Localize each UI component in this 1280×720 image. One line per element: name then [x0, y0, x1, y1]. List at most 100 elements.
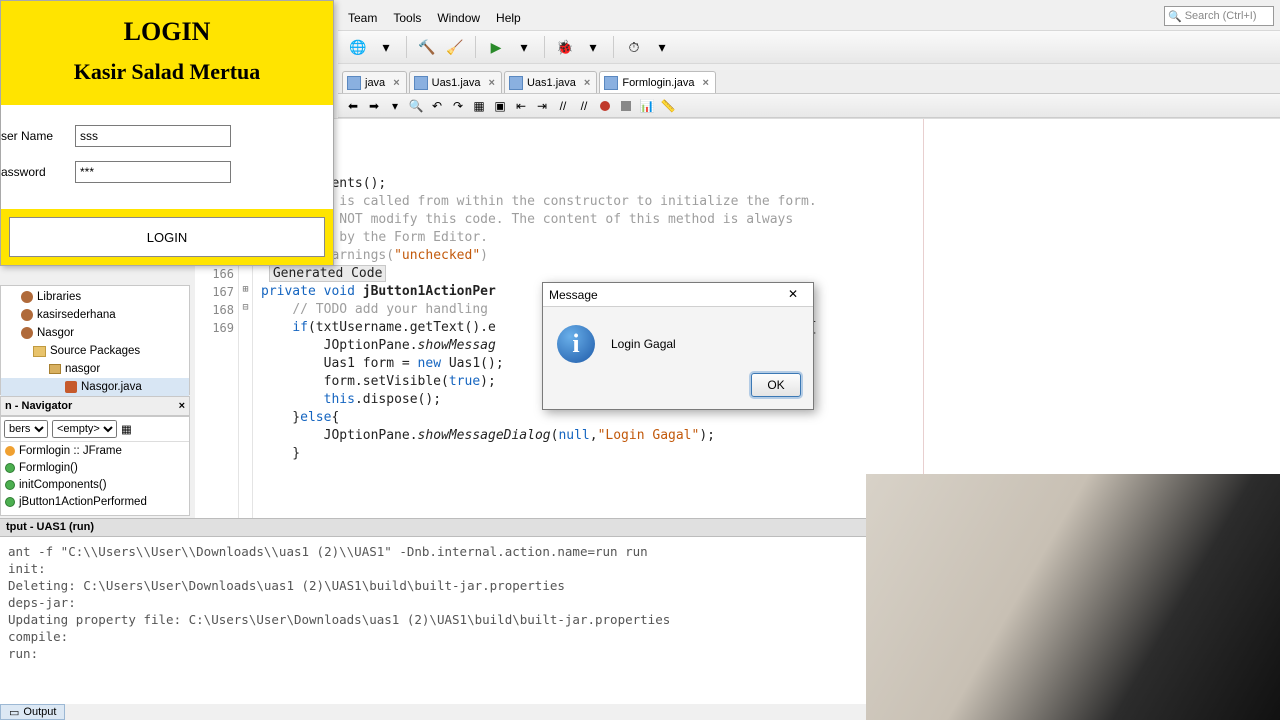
java-file-icon — [347, 76, 361, 90]
tree-item[interactable]: Nasgor — [1, 324, 189, 342]
username-label: ser Name — [1, 129, 75, 143]
tree-item-label: Nasgor.java — [81, 381, 142, 393]
profile-dropdown-icon[interactable]: ▾ — [650, 35, 674, 59]
tree-item[interactable]: Nasgor.java — [1, 378, 189, 396]
filter-icon[interactable]: ▦ — [121, 422, 132, 436]
tree-item-label: Libraries — [37, 291, 81, 303]
message-dialog: Message ✕ i Login Gagal OK — [542, 282, 814, 410]
globe-icon[interactable]: 🌐 — [346, 35, 370, 59]
comment-icon[interactable]: // — [554, 97, 572, 115]
tab-formlogin[interactable]: Formlogin.java × — [599, 71, 716, 93]
debug-dropdown-icon[interactable]: ▾ — [581, 35, 605, 59]
navigator-item[interactable]: jButton1ActionPerformed — [1, 493, 189, 510]
tab-uas1-2[interactable]: Uas1.java× — [504, 71, 597, 93]
tree-item[interactable]: Source Packages — [1, 342, 189, 360]
members-select[interactable]: bers — [4, 420, 48, 438]
navigator-item[interactable]: Formlogin :: JFrame — [1, 442, 189, 459]
tab-java[interactable]: java× — [342, 71, 407, 93]
tree-item[interactable]: kasirsederhana — [1, 306, 189, 324]
login-window: LOGIN Kasir Salad Mertua ser Name asswor… — [0, 0, 334, 266]
build-icon[interactable]: 🔨 — [415, 35, 439, 59]
history-back-icon[interactable]: ⬅ — [344, 97, 362, 115]
close-icon[interactable]: × — [393, 77, 399, 89]
tab-uas1-1[interactable]: Uas1.java × — [409, 71, 502, 93]
quick-search-input[interactable]: 🔍 Search (Ctrl+I) — [1164, 6, 1274, 26]
tree-item-label: kasirsederhana — [37, 309, 116, 321]
empty-select[interactable]: <empty> — [52, 420, 117, 438]
menu-help[interactable]: Help — [490, 9, 527, 27]
login-button[interactable]: LOGIN — [9, 217, 325, 257]
close-icon[interactable]: ✕ — [779, 286, 807, 304]
username-input[interactable] — [75, 125, 231, 147]
output-console[interactable]: ant -f "C:\\Users\\User\\Downloads\\uas1… — [0, 537, 866, 704]
orange-dot-icon — [5, 446, 15, 456]
close-icon[interactable]: × — [702, 77, 708, 89]
login-banner: LOGIN Kasir Salad Mertua — [1, 1, 333, 105]
project-tree[interactable]: Libraries kasirsederhana Nasgor Source Pack… — [0, 285, 190, 395]
right-margin-line — [923, 119, 924, 518]
coffee-icon — [21, 309, 33, 321]
editor-tabs: java× Uas1.java× Uas1.java× Formlogin.ja… — [338, 70, 1280, 94]
clean-build-icon[interactable]: 🧹 — [443, 35, 467, 59]
shift-left-icon[interactable]: ⇤ — [512, 97, 530, 115]
highlight-icon[interactable]: ▦ — [470, 97, 488, 115]
ok-button[interactable]: OK — [751, 373, 801, 397]
coffee-icon — [21, 327, 33, 339]
java-icon — [65, 381, 77, 393]
profile-icon[interactable]: ⏱ — [622, 35, 646, 59]
find-prev-icon[interactable]: ↶ — [428, 97, 446, 115]
tab-label: Uas1.java — [432, 77, 481, 89]
ruler-icon[interactable]: 📏 — [659, 97, 677, 115]
menu-window[interactable]: Window — [431, 9, 486, 27]
dropdown-icon[interactable]: ▾ — [374, 35, 398, 59]
debug-icon[interactable]: 🐞 — [553, 35, 577, 59]
password-label: assword — [1, 165, 75, 179]
java-file-icon — [414, 76, 428, 90]
tree-item[interactable]: Libraries — [1, 288, 189, 306]
close-icon[interactable]: × — [584, 77, 590, 89]
coffee-icon — [21, 291, 33, 303]
separator — [613, 36, 614, 58]
output-titlebar: tput - UAS1 (run) — [0, 518, 866, 537]
find-next-icon[interactable]: ↷ — [449, 97, 467, 115]
dialog-text: Login Gagal — [611, 337, 676, 351]
info-icon: i — [557, 325, 595, 363]
editor-toolbar: ⬅ ➡ ▾ 🔍 ↶ ↷ ▦ ▣ ⇤ ⇥ // /​/ 📊 📏 — [338, 94, 1280, 118]
output-tab[interactable]: ▭ Output — [0, 704, 65, 720]
password-input[interactable] — [75, 161, 231, 183]
shift-right-icon[interactable]: ⇥ — [533, 97, 551, 115]
menu-tools[interactable]: Tools — [387, 9, 427, 27]
green-dot-icon — [5, 480, 15, 490]
menu-team[interactable]: Team — [342, 9, 383, 27]
navigator-item[interactable]: Formlogin() — [1, 459, 189, 476]
select-icon[interactable]: ▣ — [491, 97, 509, 115]
navigator-item[interactable]: initComponents() — [1, 476, 189, 493]
main-toolbar: 🌐 ▾ 🔨 🧹 ▶ ▾ 🐞 ▾ ⏱ ▾ — [338, 30, 1280, 64]
close-icon[interactable]: × — [489, 77, 495, 89]
close-icon[interactable]: × — [179, 400, 185, 412]
tab-label: Formlogin.java — [622, 77, 694, 89]
dropdown-icon[interactable]: ▾ — [386, 97, 404, 115]
tree-item-label: Source Packages — [50, 345, 140, 357]
output-tab-label: Output — [23, 706, 56, 718]
separator — [475, 36, 476, 58]
dialog-titlebar[interactable]: Message ✕ — [543, 283, 813, 307]
history-fwd-icon[interactable]: ➡ — [365, 97, 383, 115]
record-icon[interactable] — [596, 97, 614, 115]
tree-item-label: nasgor — [65, 363, 100, 375]
run-dropdown-icon[interactable]: ▾ — [512, 35, 536, 59]
find-icon[interactable]: 🔍 — [407, 97, 425, 115]
java-file-icon — [509, 76, 523, 90]
login-title: LOGIN — [9, 17, 325, 47]
uncomment-icon[interactable]: /​/ — [575, 97, 593, 115]
run-icon[interactable]: ▶ — [484, 35, 508, 59]
chart-icon[interactable]: 📊 — [638, 97, 656, 115]
stop-icon[interactable] — [617, 97, 635, 115]
navigator-panel[interactable]: bers <empty> ▦ Formlogin :: JFrameFormlo… — [0, 416, 190, 516]
navigator-item-label: Formlogin :: JFrame — [19, 445, 122, 457]
tree-item[interactable]: nasgor — [1, 360, 189, 378]
pkg-icon — [49, 364, 61, 374]
folder-icon — [33, 346, 46, 357]
navigator-item-label: initComponents() — [19, 479, 107, 491]
green-dot-icon — [5, 463, 15, 473]
